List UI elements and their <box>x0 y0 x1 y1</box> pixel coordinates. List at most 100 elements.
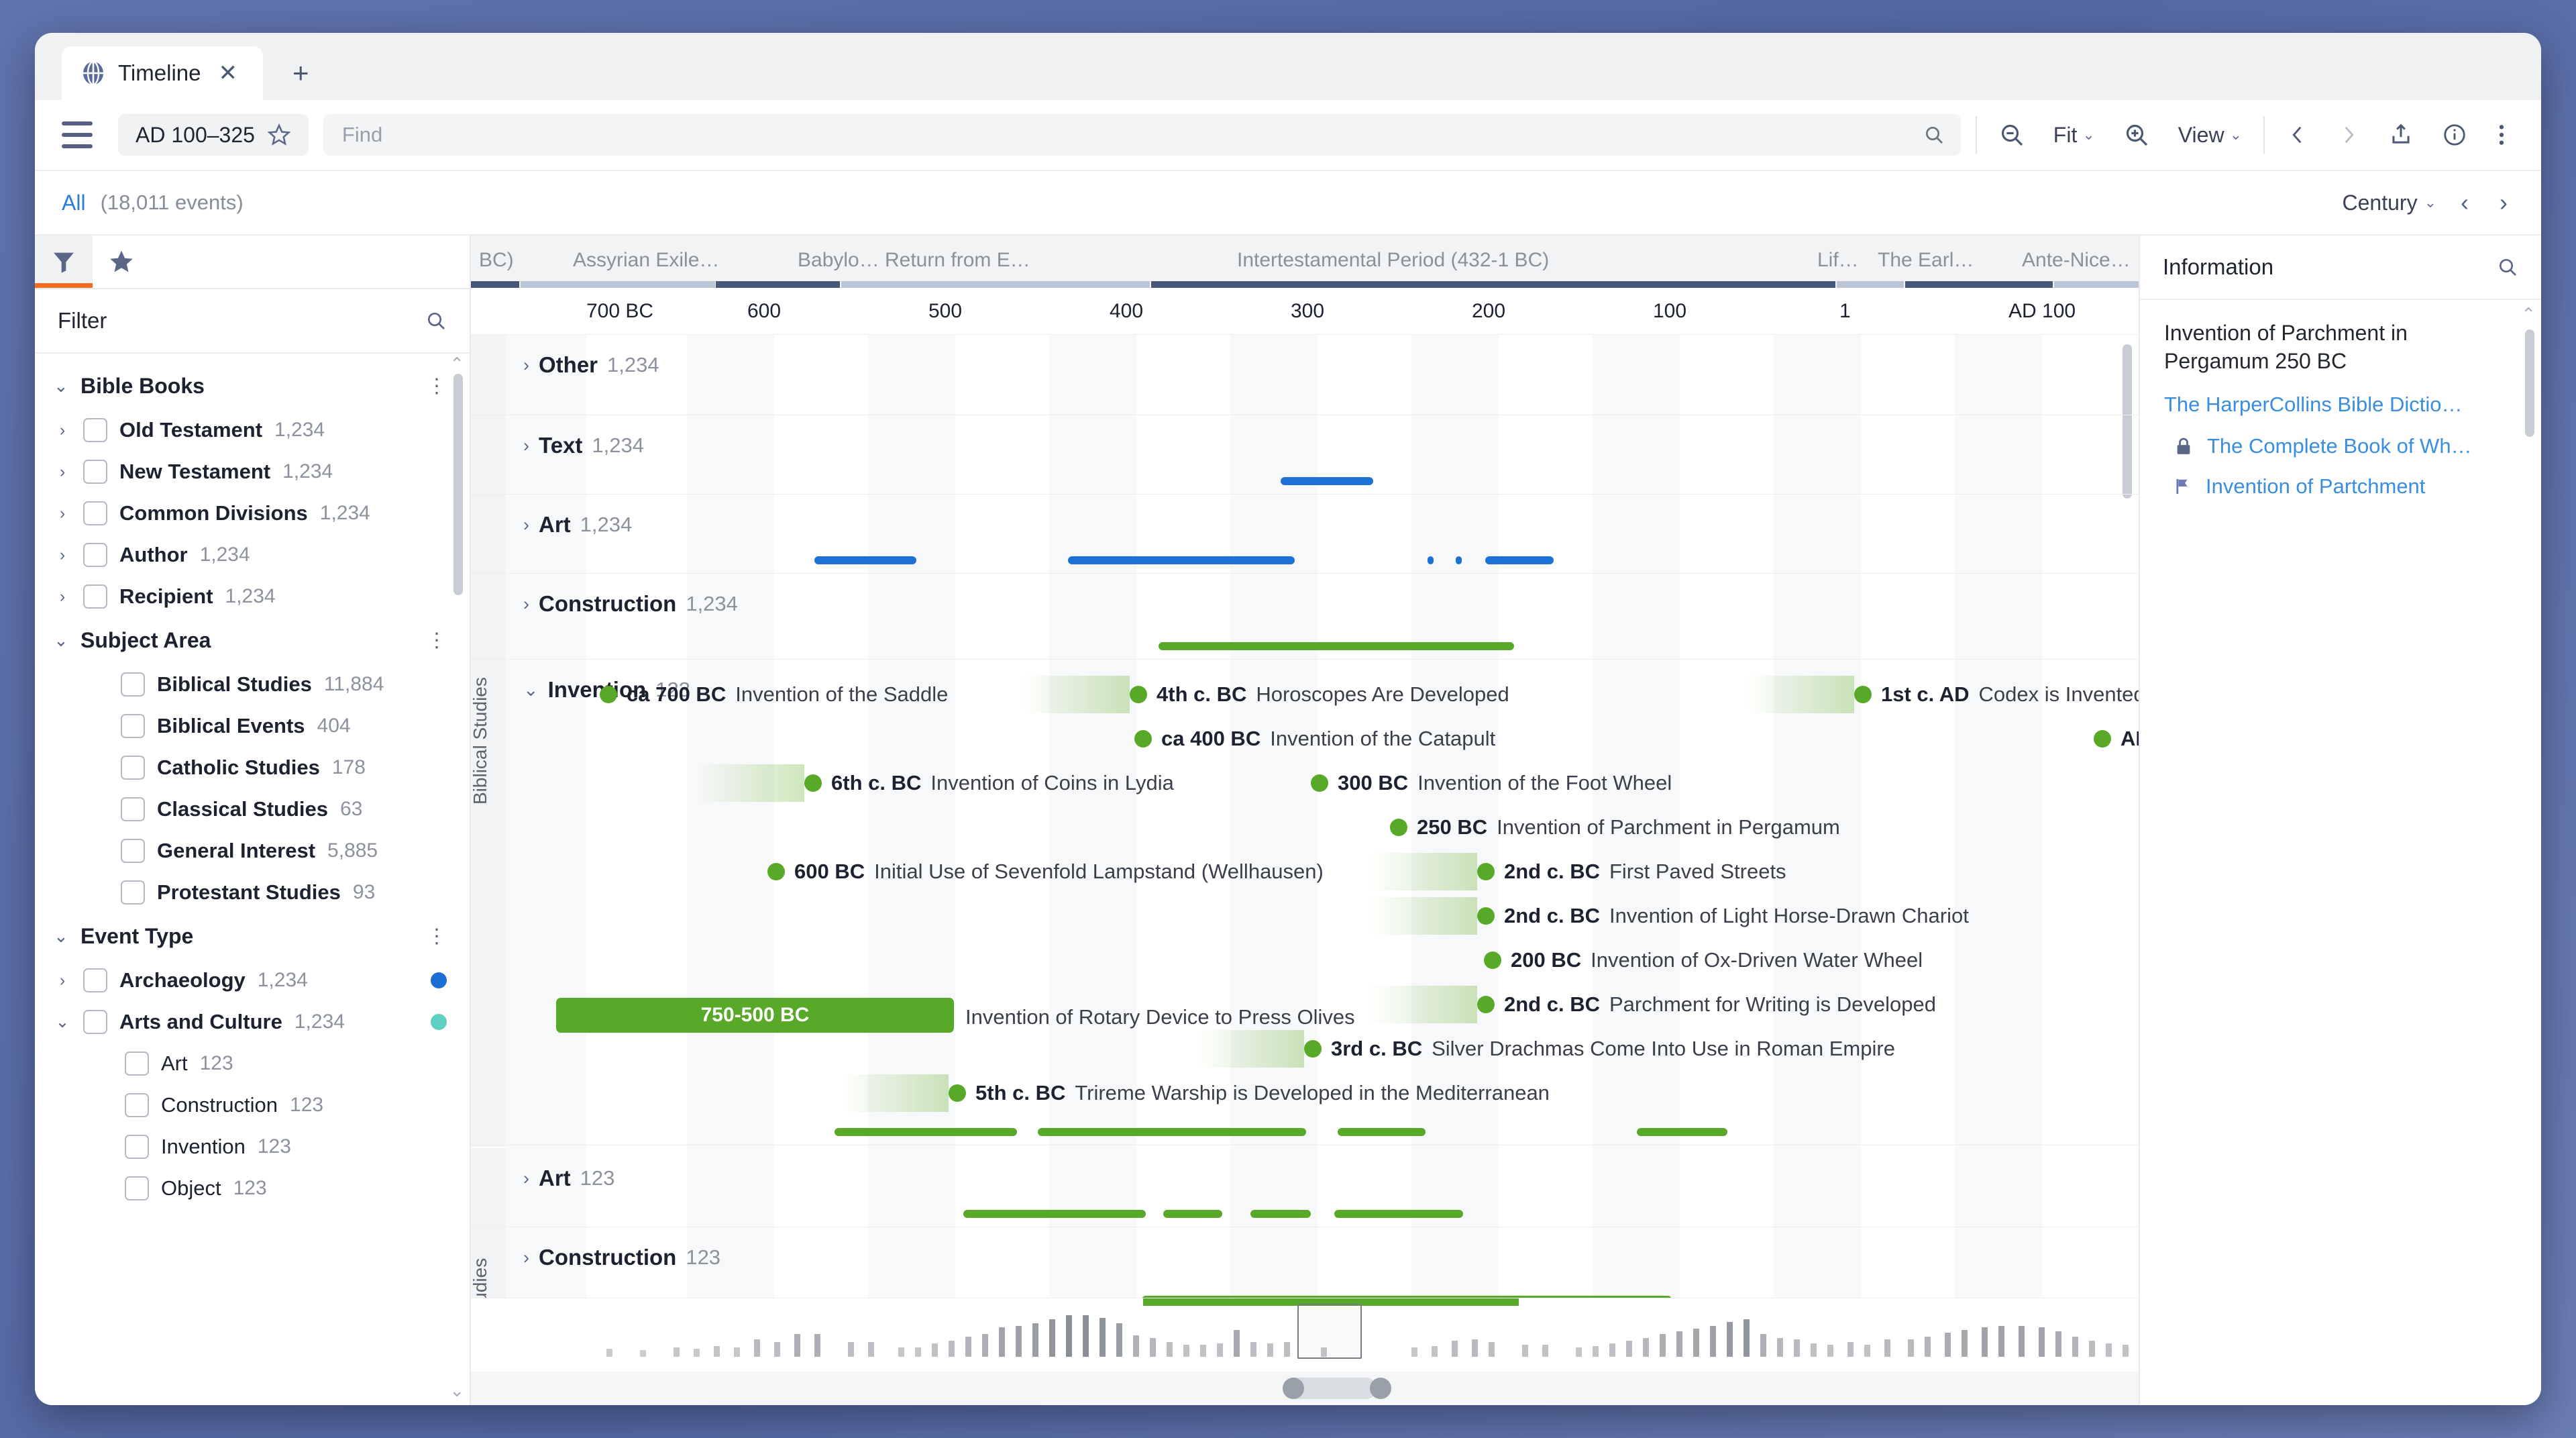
horizontal-scrollbar[interactable] <box>471 1372 2139 1405</box>
era-label[interactable]: Intertestamental Period (432-1 BC) <box>1237 249 1549 272</box>
timeline-event[interactable]: 4th c. BCHoroscopes Are Developed <box>1130 680 1509 709</box>
timeline-event[interactable]: ca 700 BCInvention of the Saddle <box>600 680 948 709</box>
facet-checkbox[interactable] <box>125 1176 149 1200</box>
more-vertical-icon[interactable]: ⋮ <box>427 380 447 393</box>
information-scrollbar[interactable] <box>2525 329 2534 437</box>
view-dropdown[interactable]: View ⌄ <box>2171 119 2249 152</box>
facet-checkbox[interactable] <box>121 714 145 738</box>
chevron-right-icon[interactable]: › <box>523 515 529 535</box>
share-icon[interactable] <box>2381 117 2420 152</box>
facet-group-event-type[interactable]: ⌄Event Type⋮ <box>35 913 470 960</box>
timeline-event[interactable]: 5th c. BCTrireme Warship is Developed in… <box>949 1078 1550 1108</box>
facet-list[interactable]: ⌄Bible Books⋮›Old Testament1,234›New Tes… <box>35 354 470 1405</box>
zoom-out-icon[interactable] <box>1992 117 2032 152</box>
facet-item-construction[interactable]: Construction123 <box>35 1084 470 1126</box>
facet-item-protestant-studies[interactable]: ›Protestant Studies93 <box>35 872 470 913</box>
address-field[interactable]: AD 100–325 <box>118 114 309 156</box>
info-icon[interactable] <box>2435 117 2474 152</box>
facet-item-biblical-studies[interactable]: ›Biblical Studies11,884 <box>35 664 470 705</box>
timeline-lane[interactable] <box>471 335 2139 415</box>
lane-header[interactable]: ›Construction123 <box>523 1245 720 1270</box>
facet-item-biblical-events[interactable]: ›Biblical Events404 <box>35 705 470 747</box>
era-band[interactable]: BC)Assyrian Exile…Babylo…Return from E…I… <box>471 236 2139 288</box>
facet-item-catholic-studies[interactable]: ›Catholic Studies178 <box>35 747 470 788</box>
forward-button[interactable] <box>2330 117 2367 152</box>
facet-item-arts-and-culture[interactable]: ⌄Arts and Culture1,234 <box>35 1001 470 1043</box>
chevron-right-icon[interactable]: › <box>54 546 71 565</box>
sidebar-scrollbar[interactable] <box>453 374 463 595</box>
timeline-bar[interactable] <box>1334 1210 1463 1218</box>
timeline-lanes[interactable]: Biblical StudiesClassical Studies›Other1… <box>471 335 2139 1298</box>
timeline-event[interactable]: ca 400 BCInvention of the Catapult <box>1134 724 1495 754</box>
timeline-bar[interactable] <box>1428 556 1434 564</box>
facet-checkbox[interactable] <box>125 1051 149 1076</box>
search-icon[interactable] <box>2497 256 2518 278</box>
back-button[interactable] <box>2279 117 2316 152</box>
facet-checkbox[interactable] <box>121 672 145 697</box>
timeline-minimap[interactable] <box>471 1298 2139 1372</box>
facet-item-common-divisions[interactable]: ›Common Divisions1,234 <box>35 493 470 534</box>
chevron-right-icon[interactable]: › <box>54 971 71 990</box>
resource-row-flag[interactable]: Invention of Partchment <box>2164 474 2517 499</box>
timeline-bar[interactable] <box>1159 642 1514 650</box>
facet-group-subject-area[interactable]: ⌄Subject Area⋮ <box>35 617 470 664</box>
facet-item-author[interactable]: ›Author1,234 <box>35 534 470 576</box>
facet-checkbox[interactable] <box>121 880 145 905</box>
timeline-event[interactable]: 2nd c. BCParchment for Writing is Develo… <box>1477 990 1936 1019</box>
chevron-right-icon[interactable]: ⌄ <box>54 1012 71 1032</box>
close-icon[interactable]: ✕ <box>213 59 243 87</box>
timeline-event[interactable]: 200 BCInvention of Ox-Driven Water Wheel <box>1484 945 1923 975</box>
timeline-event[interactable]: 250 BCInvention of Parchment in Pergamum <box>1390 813 1840 842</box>
timeline-event[interactable]: 6th c. BCInvention of Coins in Lydia <box>804 768 1174 798</box>
search-icon[interactable] <box>1923 124 1945 146</box>
era-label[interactable]: Return from E… <box>885 249 1030 272</box>
timeline-bar[interactable] <box>963 1210 1146 1218</box>
browser-tab-timeline[interactable]: Timeline ✕ <box>62 46 263 100</box>
era-label[interactable]: Assyrian Exile… <box>573 249 719 272</box>
facet-checkbox[interactable] <box>83 418 107 442</box>
menu-icon[interactable] <box>62 121 93 148</box>
scroll-up-icon[interactable]: ⌃ <box>2521 304 2536 325</box>
timeline-bar[interactable] <box>1338 1128 1426 1136</box>
chevron-right-icon[interactable]: › <box>523 594 529 615</box>
minimap-viewport[interactable] <box>1297 1304 1362 1359</box>
more-vertical-icon[interactable] <box>2489 117 2514 152</box>
chevron-right-icon[interactable]: › <box>54 587 71 607</box>
timeline-bar[interactable] <box>835 1128 1017 1136</box>
facet-item-general-interest[interactable]: ›General Interest5,885 <box>35 830 470 872</box>
source-link[interactable]: The HarperCollins Bible Dictio… <box>2164 393 2517 417</box>
chevron-right-icon[interactable]: › <box>523 355 529 376</box>
era-label[interactable]: The Earl… <box>1878 249 1974 272</box>
timeline-event[interactable]: AD <box>2094 724 2139 754</box>
lane-header[interactable]: ›Text1,234 <box>523 433 644 458</box>
facet-item-classical-studies[interactable]: ›Classical Studies63 <box>35 788 470 830</box>
timeline-event[interactable]: 1st c. ADCodex is Invented <box>1854 680 2139 709</box>
timeline-lane[interactable] <box>471 1227 2139 1298</box>
timeline-event[interactable]: 2nd c. BCInvention of Light Horse-Drawn … <box>1477 901 1969 931</box>
scale-dropdown[interactable]: Century ⌄ <box>2343 191 2436 215</box>
lane-header[interactable]: ›Art123 <box>523 1166 614 1191</box>
scroll-up-icon[interactable]: ⌃ <box>449 354 464 374</box>
timeline-event[interactable]: 3rd c. BCSilver Drachmas Come Into Use i… <box>1304 1034 1895 1064</box>
new-tab-button[interactable]: + <box>282 57 320 89</box>
timeline-bar[interactable] <box>1281 477 1373 485</box>
lane-header[interactable]: ›Art1,234 <box>523 512 632 537</box>
next-century-button[interactable]: › <box>2493 189 2514 217</box>
prev-century-button[interactable]: ‹ <box>2454 189 2475 217</box>
timeline-bar[interactable] <box>1456 556 1462 564</box>
timeline-event[interactable]: 2nd c. BCFirst Paved Streets <box>1477 857 1786 886</box>
facet-checkbox[interactable] <box>125 1093 149 1117</box>
more-vertical-icon[interactable]: ⋮ <box>427 931 447 943</box>
facet-item-art[interactable]: Art123 <box>35 1043 470 1084</box>
sidebar-tab-favorites[interactable] <box>93 236 150 288</box>
timeline-bar[interactable] <box>1250 1210 1311 1218</box>
resource-row-locked[interactable]: The Complete Book of Wh… <box>2164 434 2517 458</box>
era-label[interactable]: Lif… <box>1817 249 1859 272</box>
facet-group-bible-books[interactable]: ⌄Bible Books⋮ <box>35 363 470 409</box>
timeline-bar[interactable] <box>1068 556 1295 564</box>
search-icon[interactable] <box>425 310 447 331</box>
chevron-right-icon[interactable]: › <box>523 1247 529 1268</box>
star-icon[interactable] <box>267 123 291 147</box>
sidebar-tab-filter[interactable] <box>35 236 93 288</box>
facet-item-object[interactable]: Object123 <box>35 1168 470 1209</box>
